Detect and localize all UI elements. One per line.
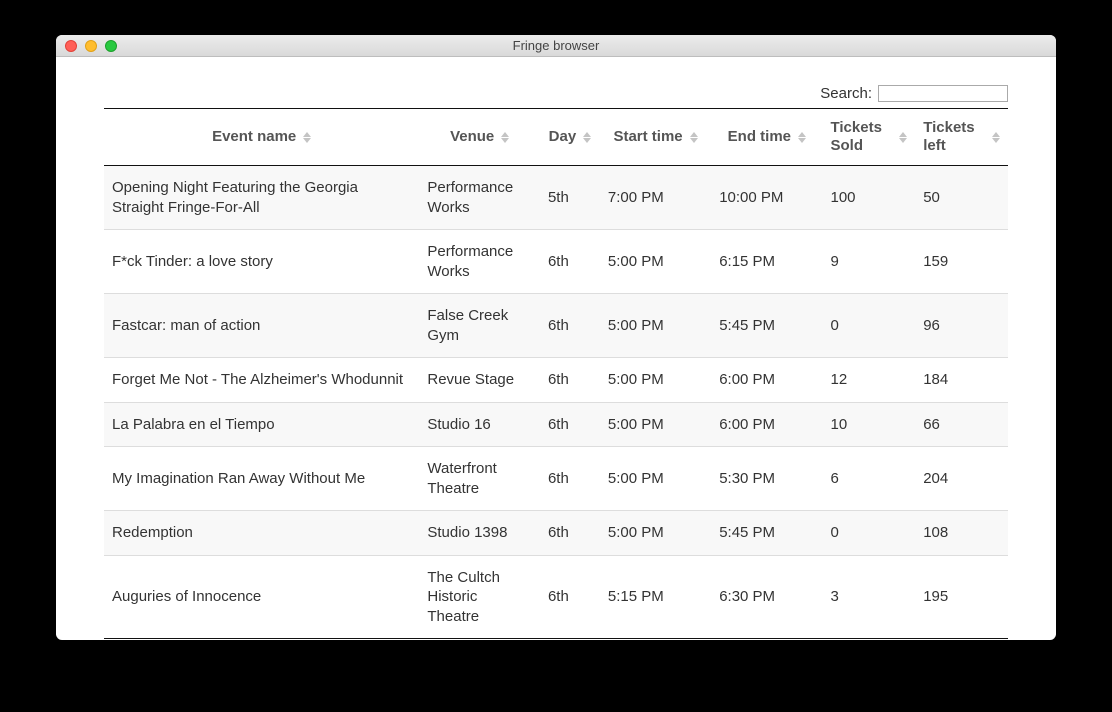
- table-body: Opening Night Featuring the Georgia Stra…: [104, 166, 1008, 639]
- table-row[interactable]: Opening Night Featuring the Georgia Stra…: [104, 166, 1008, 230]
- cell-end: 5:45 PM: [711, 294, 822, 358]
- table-row[interactable]: F*ck Tinder: a love storyPerformance Wor…: [104, 230, 1008, 294]
- table-row[interactable]: My Imagination Ran Away Without MeWaterf…: [104, 447, 1008, 511]
- cell-left: 159: [915, 230, 1008, 294]
- cell-start: 5:00 PM: [600, 230, 711, 294]
- cell-start: 7:00 PM: [600, 166, 711, 230]
- col-header-label: Tickets left: [923, 119, 985, 155]
- cell-left: 66: [915, 402, 1008, 447]
- sort-icon: [992, 132, 1000, 143]
- col-header-left[interactable]: Tickets left: [915, 109, 1008, 166]
- cell-event: My Imagination Ran Away Without Me: [104, 447, 419, 511]
- cell-left: 195: [915, 555, 1008, 639]
- col-header-venue[interactable]: Venue: [419, 109, 540, 166]
- events-table: Event name Venue Day Start time End time…: [104, 108, 1008, 639]
- cell-sold: 100: [822, 166, 915, 230]
- cell-day: 6th: [540, 294, 600, 358]
- cell-event: F*ck Tinder: a love story: [104, 230, 419, 294]
- cell-end: 6:00 PM: [711, 402, 822, 447]
- table-row[interactable]: RedemptionStudio 13986th5:00 PM5:45 PM01…: [104, 511, 1008, 556]
- sort-icon: [583, 132, 591, 143]
- col-header-event[interactable]: Event name: [104, 109, 419, 166]
- cell-sold: 3: [822, 555, 915, 639]
- cell-start: 5:00 PM: [600, 511, 711, 556]
- search-row: Search:: [104, 85, 1008, 102]
- cell-end: 5:30 PM: [711, 447, 822, 511]
- cell-day: 6th: [540, 402, 600, 447]
- col-header-label: End time: [728, 128, 791, 146]
- cell-event: Redemption: [104, 511, 419, 556]
- col-header-day[interactable]: Day: [540, 109, 600, 166]
- cell-venue: False Creek Gym: [419, 294, 540, 358]
- col-header-label: Start time: [613, 128, 682, 146]
- cell-event: La Palabra en el Tiempo: [104, 402, 419, 447]
- cell-sold: 10: [822, 402, 915, 447]
- col-header-label: Day: [549, 128, 577, 146]
- cell-left: 50: [915, 166, 1008, 230]
- content-area: Search: Event name Venue Day Start time …: [56, 57, 1056, 640]
- col-header-label: Event name: [212, 128, 296, 146]
- cell-venue: The Cultch Historic Theatre: [419, 555, 540, 639]
- col-header-start[interactable]: Start time: [600, 109, 711, 166]
- cell-sold: 12: [822, 358, 915, 403]
- titlebar: Fringe browser: [56, 35, 1056, 57]
- cell-venue: Studio 16: [419, 402, 540, 447]
- window-controls: [65, 40, 117, 52]
- cell-left: 184: [915, 358, 1008, 403]
- app-window: Fringe browser Search: Event name Venue …: [56, 35, 1056, 640]
- table-row[interactable]: Auguries of InnocenceThe Cultch Historic…: [104, 555, 1008, 639]
- cell-sold: 0: [822, 511, 915, 556]
- cell-event: Auguries of Innocence: [104, 555, 419, 639]
- cell-start: 5:00 PM: [600, 402, 711, 447]
- cell-start: 5:00 PM: [600, 358, 711, 403]
- sort-icon: [690, 132, 698, 143]
- cell-start: 5:00 PM: [600, 447, 711, 511]
- sort-icon: [501, 132, 509, 143]
- search-label: Search:: [820, 85, 872, 102]
- cell-day: 6th: [540, 230, 600, 294]
- sort-icon: [798, 132, 806, 143]
- cell-event: Forget Me Not - The Alzheimer's Whodunni…: [104, 358, 419, 403]
- cell-day: 5th: [540, 166, 600, 230]
- cell-sold: 0: [822, 294, 915, 358]
- col-header-label: Venue: [450, 128, 494, 146]
- maximize-icon[interactable]: [105, 40, 117, 52]
- cell-venue: Waterfront Theatre: [419, 447, 540, 511]
- cell-venue: Revue Stage: [419, 358, 540, 403]
- cell-start: 5:00 PM: [600, 294, 711, 358]
- cell-end: 6:00 PM: [711, 358, 822, 403]
- cell-day: 6th: [540, 555, 600, 639]
- cell-end: 10:00 PM: [711, 166, 822, 230]
- col-header-label: Tickets Sold: [830, 119, 892, 155]
- minimize-icon[interactable]: [85, 40, 97, 52]
- sort-icon: [303, 132, 311, 143]
- cell-end: 5:45 PM: [711, 511, 822, 556]
- sort-icon: [899, 132, 907, 143]
- cell-event: Opening Night Featuring the Georgia Stra…: [104, 166, 419, 230]
- cell-venue: Performance Works: [419, 166, 540, 230]
- close-icon[interactable]: [65, 40, 77, 52]
- search-input[interactable]: [878, 85, 1008, 102]
- cell-venue: Studio 1398: [419, 511, 540, 556]
- cell-event: Fastcar: man of action: [104, 294, 419, 358]
- cell-venue: Performance Works: [419, 230, 540, 294]
- table-row[interactable]: Fastcar: man of actionFalse Creek Gym6th…: [104, 294, 1008, 358]
- cell-sold: 6: [822, 447, 915, 511]
- cell-end: 6:15 PM: [711, 230, 822, 294]
- cell-day: 6th: [540, 511, 600, 556]
- cell-day: 6th: [540, 358, 600, 403]
- cell-sold: 9: [822, 230, 915, 294]
- window-title: Fringe browser: [56, 38, 1056, 53]
- table-row[interactable]: La Palabra en el TiempoStudio 166th5:00 …: [104, 402, 1008, 447]
- table-header-row: Event name Venue Day Start time End time…: [104, 109, 1008, 166]
- col-header-sold[interactable]: Tickets Sold: [822, 109, 915, 166]
- table-row[interactable]: Forget Me Not - The Alzheimer's Whodunni…: [104, 358, 1008, 403]
- cell-left: 96: [915, 294, 1008, 358]
- cell-start: 5:15 PM: [600, 555, 711, 639]
- cell-left: 204: [915, 447, 1008, 511]
- cell-left: 108: [915, 511, 1008, 556]
- cell-end: 6:30 PM: [711, 555, 822, 639]
- cell-day: 6th: [540, 447, 600, 511]
- col-header-end[interactable]: End time: [711, 109, 822, 166]
